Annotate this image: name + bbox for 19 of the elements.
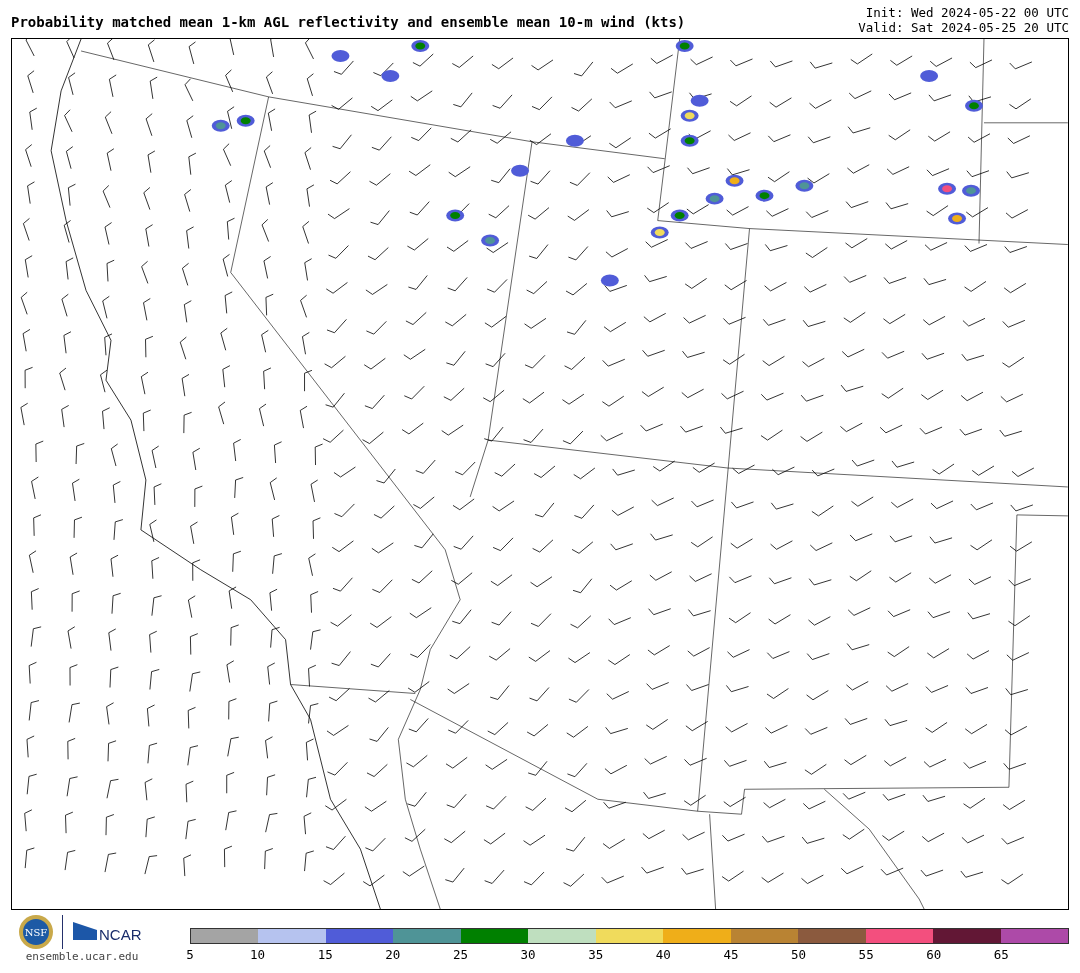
scale-label: 60 [926,947,942,962]
scale-label: 50 [791,947,807,962]
scale-label: 35 [588,947,604,962]
scale-label: 40 [655,947,671,962]
scale-label: 5 [186,947,194,962]
map-title: Probability matched mean 1-km AGL reflectivity and ensemble mean 10-m wind (kts) [11,13,686,30]
nsf-logo: NSF [17,914,54,950]
scale-label: 30 [520,947,536,962]
scale-label: 15 [317,947,333,962]
site-url: ensemble.ucar.edu [25,950,139,963]
scale-label: 25 [452,947,468,962]
time-label: Valid: Sat 2024-05-25 20 UTC [858,20,1069,35]
scale-label: 20 [385,947,401,962]
time-label: Init: Wed 2024-05-22 00 UTC [865,5,1069,20]
scale-label: 45 [723,947,739,962]
scale-label: 55 [858,947,874,962]
scale-label: 10 [250,947,266,962]
ncar-logo: NCAR [70,920,147,944]
scale-label: 65 [993,947,1009,962]
